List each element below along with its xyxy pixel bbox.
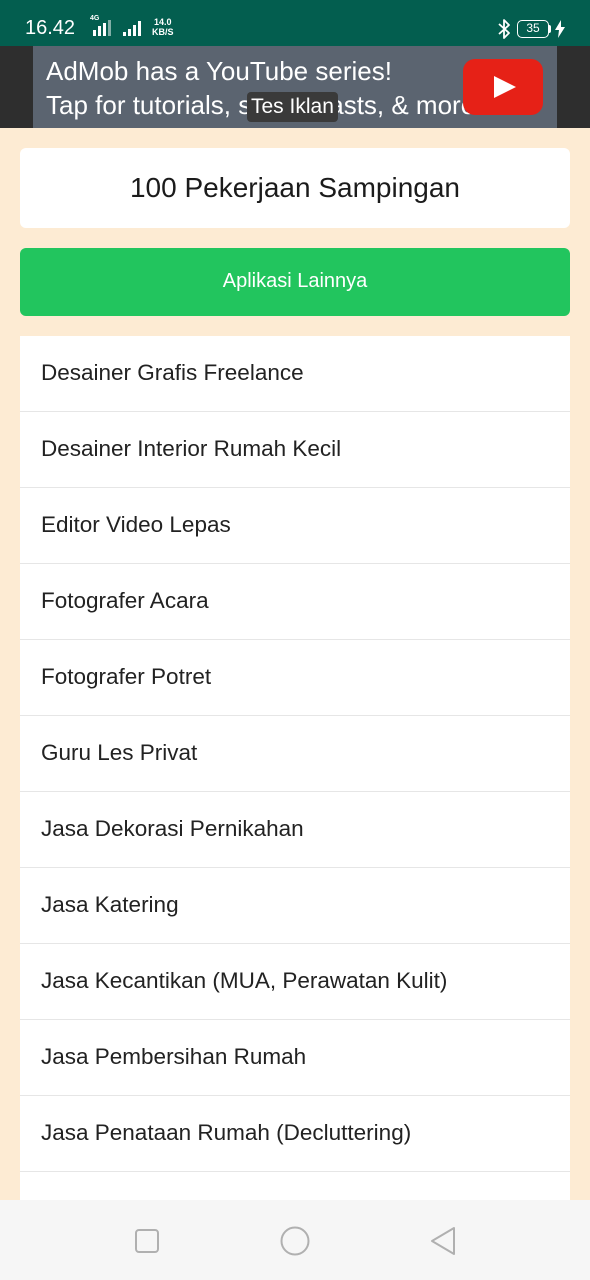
- status-time: 16.42: [25, 17, 76, 39]
- signal-icon: [93, 20, 111, 36]
- battery-cap: [549, 25, 551, 33]
- back-icon[interactable]: [427, 1224, 461, 1258]
- list-item[interactable]: Fotografer Potret: [20, 640, 570, 716]
- test-ad-label: Tes Iklan: [247, 92, 338, 122]
- ad-banner[interactable]: AdMob has a YouTube series! Tap for tuto…: [0, 46, 590, 128]
- page-title: 100 Pekerjaan Sampingan: [20, 148, 570, 228]
- list-item[interactable]: Jasa Kecantikan (MUA, Perawatan Kulit): [20, 944, 570, 1020]
- list-item[interactable]: Desainer Grafis Freelance: [20, 336, 570, 412]
- list-item[interactable]: Jasa Katering: [20, 868, 570, 944]
- list-item[interactable]: Fotografer Acara: [20, 564, 570, 640]
- battery-icon: 35: [517, 20, 549, 38]
- network-speed: 14.0 KB/S: [152, 17, 174, 37]
- navigation-bar: [0, 1200, 590, 1280]
- speed-value: 14.0: [153, 17, 172, 27]
- other-apps-button[interactable]: Aplikasi Lainnya: [20, 248, 570, 316]
- battery-level: 35: [526, 21, 540, 35]
- job-list[interactable]: Desainer Grafis Freelance Desainer Inter…: [20, 336, 570, 1200]
- list-item[interactable]: Editor Video Lepas: [20, 488, 570, 564]
- bluetooth-icon: [498, 19, 510, 39]
- status-bar: 16.42 4G 14.0 KB/S 35: [0, 0, 590, 46]
- youtube-play-icon[interactable]: [463, 59, 543, 115]
- charging-icon: [555, 20, 565, 38]
- list-item-partial[interactable]: [20, 1172, 570, 1200]
- list-item[interactable]: Desainer Interior Rumah Kecil: [20, 412, 570, 488]
- list-item[interactable]: Jasa Pembersihan Rumah: [20, 1020, 570, 1096]
- list-item[interactable]: Guru Les Privat: [20, 716, 570, 792]
- recent-apps-icon[interactable]: [130, 1224, 164, 1258]
- speed-unit: KB/S: [152, 27, 174, 37]
- list-item[interactable]: Jasa Dekorasi Pernikahan: [20, 792, 570, 868]
- list-item[interactable]: Jasa Penataan Rumah (Decluttering): [20, 1096, 570, 1172]
- ad-headline: AdMob has a YouTube series!: [46, 56, 392, 86]
- home-icon[interactable]: [278, 1224, 312, 1258]
- signal-icon: [123, 21, 141, 36]
